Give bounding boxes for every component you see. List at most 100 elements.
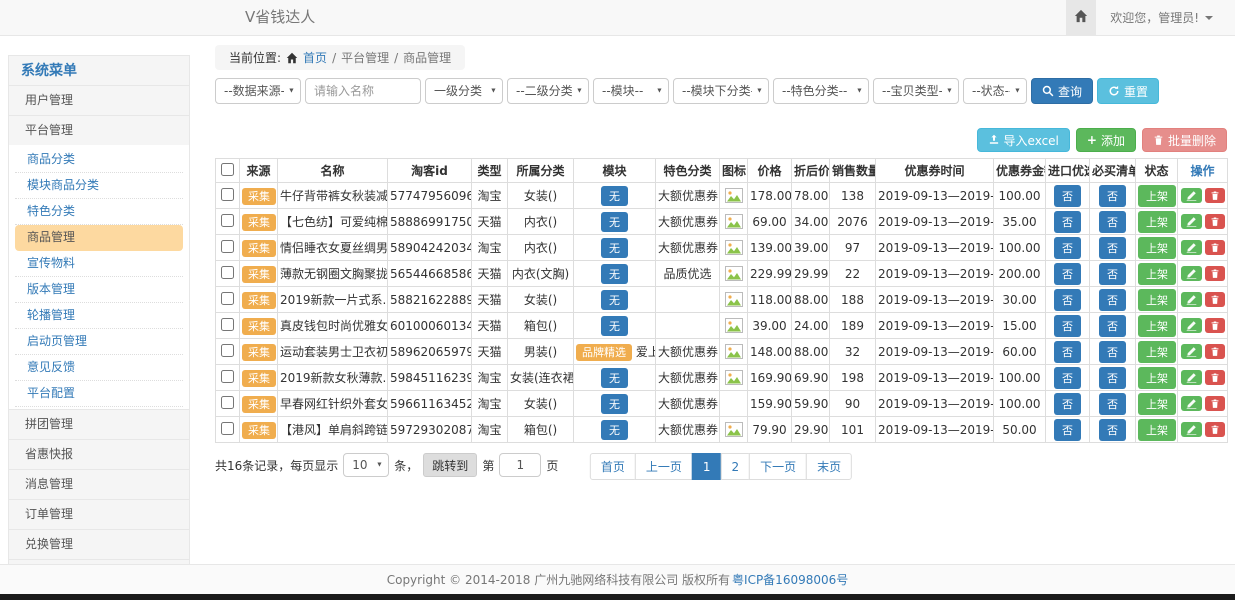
user-menu[interactable]: 欢迎您，管理员! (1096, 9, 1235, 26)
row-checkbox[interactable] (221, 292, 234, 305)
row-checkbox[interactable] (221, 422, 234, 435)
sidebar-item-5[interactable]: 订单管理 (8, 499, 190, 529)
sidebar-subitem-8[interactable]: 意见反馈 (15, 355, 183, 381)
feature-category-select[interactable]: --特色分类-- (773, 78, 869, 104)
level2-category-select[interactable]: --二级分类-- (507, 78, 589, 104)
delete-button[interactable] (1205, 240, 1225, 255)
data-source-select[interactable]: --数据来源-- (215, 78, 301, 104)
delete-button[interactable] (1205, 370, 1225, 385)
query-button[interactable]: 查询 (1031, 78, 1093, 104)
module-none-badge[interactable]: 无 (601, 316, 628, 336)
module-none-badge[interactable]: 无 (601, 420, 628, 440)
sidebar-subitem-2[interactable]: 特色分类 (15, 199, 183, 225)
edit-button[interactable] (1181, 292, 1202, 307)
page-button-上一页[interactable]: 上一页 (635, 453, 693, 480)
must-buy-toggle-button[interactable]: 否 (1099, 211, 1126, 233)
page-button-1[interactable]: 1 (692, 453, 722, 480)
edit-button[interactable] (1181, 318, 1202, 333)
module-none-badge[interactable]: 无 (601, 368, 628, 388)
module-sub-category-select[interactable]: --模块下分类-- (673, 78, 769, 104)
row-checkbox[interactable] (221, 188, 234, 201)
row-checkbox[interactable] (221, 344, 234, 357)
row-checkbox[interactable] (221, 370, 234, 383)
sidebar-item-6[interactable]: 兑换管理 (8, 529, 190, 559)
sidebar-subitem-1[interactable]: 模块商品分类 (15, 173, 183, 199)
import-excel-button[interactable]: 导入excel (977, 128, 1070, 152)
must-buy-toggle-button[interactable]: 否 (1099, 341, 1126, 363)
must-buy-toggle-button[interactable]: 否 (1099, 237, 1126, 259)
status-button[interactable]: 上架 (1138, 341, 1176, 363)
edit-button[interactable] (1181, 266, 1202, 281)
per-page-select[interactable]: 10 (343, 453, 389, 477)
sidebar-subitem-4[interactable]: 宣传物料 (15, 251, 183, 277)
module-select[interactable]: --模块-- (593, 78, 669, 104)
sidebar-item-4[interactable]: 消息管理 (8, 469, 190, 499)
select-all-checkbox[interactable] (221, 163, 234, 176)
row-checkbox[interactable] (221, 266, 234, 279)
page-button-末页[interactable]: 末页 (806, 453, 852, 480)
row-checkbox[interactable] (221, 396, 234, 409)
must-buy-toggle-button[interactable]: 否 (1099, 185, 1126, 207)
status-button[interactable]: 上架 (1138, 211, 1176, 233)
edit-button[interactable] (1181, 214, 1202, 229)
level1-category-select[interactable]: 一级分类 (425, 78, 503, 104)
must-buy-toggle-button[interactable]: 否 (1099, 393, 1126, 415)
must-buy-toggle-button[interactable]: 否 (1099, 315, 1126, 337)
page-button-2[interactable]: 2 (721, 453, 751, 480)
imported-toggle-button[interactable]: 否 (1054, 367, 1081, 389)
edit-button[interactable] (1181, 422, 1202, 437)
imported-toggle-button[interactable]: 否 (1054, 315, 1081, 337)
must-buy-toggle-button[interactable]: 否 (1099, 419, 1126, 441)
imported-toggle-button[interactable]: 否 (1054, 419, 1081, 441)
module-none-badge[interactable]: 无 (601, 290, 628, 310)
reset-button[interactable]: 重置 (1097, 78, 1159, 104)
sidebar-subitem-0[interactable]: 商品分类 (15, 147, 183, 173)
sidebar-subitem-3[interactable]: 商品管理 (15, 225, 183, 251)
status-button[interactable]: 上架 (1138, 289, 1176, 311)
imported-toggle-button[interactable]: 否 (1054, 393, 1081, 415)
module-none-badge[interactable]: 无 (601, 394, 628, 414)
status-button[interactable]: 上架 (1138, 367, 1176, 389)
status-button[interactable]: 上架 (1138, 419, 1176, 441)
batch-delete-button[interactable]: 批量删除 (1142, 128, 1227, 152)
edit-button[interactable] (1181, 344, 1202, 359)
delete-button[interactable] (1205, 214, 1225, 229)
name-search-input[interactable] (305, 78, 421, 104)
delete-button[interactable] (1205, 422, 1225, 437)
row-checkbox[interactable] (221, 214, 234, 227)
row-checkbox[interactable] (221, 318, 234, 331)
edit-button[interactable] (1181, 396, 1202, 411)
sidebar-item-3[interactable]: 省惠快报 (8, 439, 190, 469)
delete-button[interactable] (1205, 344, 1225, 359)
sidebar-subitem-7[interactable]: 启动页管理 (15, 329, 183, 355)
breadcrumb-home-link[interactable]: 首页 (303, 49, 327, 66)
delete-button[interactable] (1205, 188, 1225, 203)
status-button[interactable]: 上架 (1138, 237, 1176, 259)
row-checkbox[interactable] (221, 240, 234, 253)
item-type-select[interactable]: --宝贝类型-- (873, 78, 959, 104)
status-button[interactable]: 上架 (1138, 393, 1176, 415)
status-button[interactable]: 上架 (1138, 263, 1176, 285)
module-none-badge[interactable]: 无 (601, 186, 628, 206)
imported-toggle-button[interactable]: 否 (1054, 341, 1081, 363)
jump-button[interactable]: 跳转到 (423, 453, 477, 477)
delete-button[interactable] (1205, 396, 1225, 411)
sidebar-subitem-5[interactable]: 版本管理 (15, 277, 183, 303)
imported-toggle-button[interactable]: 否 (1054, 289, 1081, 311)
imported-toggle-button[interactable]: 否 (1054, 211, 1081, 233)
edit-button[interactable] (1181, 370, 1202, 385)
imported-toggle-button[interactable]: 否 (1054, 237, 1081, 259)
must-buy-toggle-button[interactable]: 否 (1099, 289, 1126, 311)
status-button[interactable]: 上架 (1138, 315, 1176, 337)
delete-button[interactable] (1205, 292, 1225, 307)
page-number-input[interactable] (499, 453, 541, 477)
status-select[interactable]: --状态-- (963, 78, 1027, 104)
module-none-badge[interactable]: 无 (601, 264, 628, 284)
page-button-下一页[interactable]: 下一页 (749, 453, 807, 480)
icp-link[interactable]: 粤ICP备16098006号 (732, 571, 848, 588)
module-none-badge[interactable]: 无 (601, 238, 628, 258)
add-button[interactable]: + 添加 (1076, 128, 1136, 152)
home-button[interactable] (1066, 0, 1096, 35)
module-none-badge[interactable]: 无 (601, 212, 628, 232)
imported-toggle-button[interactable]: 否 (1054, 263, 1081, 285)
